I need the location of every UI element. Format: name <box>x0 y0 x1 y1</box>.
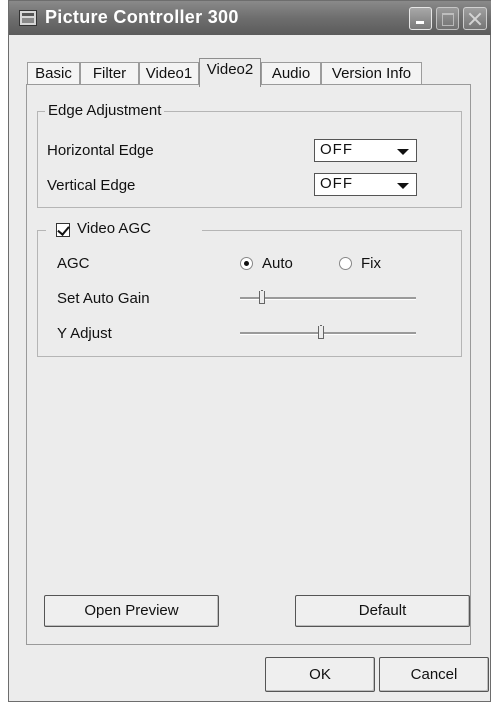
horizontal-edge-select[interactable]: OFF <box>314 139 417 162</box>
tab-panel-video2: Edge Adjustment Horizontal Edge OFF Vert… <box>26 84 471 645</box>
edge-adjustment-title: Edge Adjustment <box>45 102 165 119</box>
default-button[interactable]: Default <box>295 595 470 627</box>
tab-version-info[interactable]: Version Info <box>321 62 422 86</box>
open-preview-button[interactable]: Open Preview <box>44 595 219 627</box>
tab-filter[interactable]: Filter <box>80 62 139 86</box>
cancel-button[interactable]: Cancel <box>379 657 489 692</box>
app-icon <box>19 10 37 26</box>
agc-auto-radio[interactable] <box>240 257 253 270</box>
vertical-edge-value: OFF <box>320 175 353 192</box>
window-title: Picture Controller 300 <box>45 7 239 27</box>
tab-audio[interactable]: Audio <box>261 62 321 86</box>
tab-video2[interactable]: Video2 <box>199 58 261 87</box>
horizontal-edge-value: OFF <box>320 141 353 158</box>
ok-button[interactable]: OK <box>265 657 375 692</box>
title-bar[interactable]: Picture Controller 300 <box>9 1 491 35</box>
set-auto-gain-slider[interactable] <box>240 290 416 306</box>
set-auto-gain-label: Set Auto Gain <box>57 290 150 307</box>
close-button[interactable] <box>463 7 487 30</box>
agc-fix-radio[interactable] <box>339 257 352 270</box>
vertical-edge-label: Vertical Edge <box>47 177 136 194</box>
slider-track <box>240 332 416 335</box>
slider-track <box>240 297 416 300</box>
maximize-button[interactable] <box>436 7 459 30</box>
slider-thumb[interactable] <box>318 325 324 339</box>
y-adjust-label: Y Adjust <box>57 325 112 342</box>
agc-label: AGC <box>57 255 90 272</box>
agc-auto-label: Auto <box>262 255 293 272</box>
agc-fix-label: Fix <box>361 255 381 272</box>
horizontal-edge-label: Horizontal Edge <box>47 142 154 159</box>
slider-thumb[interactable] <box>259 290 265 304</box>
vertical-edge-select[interactable]: OFF <box>314 173 417 196</box>
minimize-button[interactable] <box>409 7 432 30</box>
video-agc-checkbox[interactable] <box>56 223 70 237</box>
chevron-down-icon <box>397 183 409 189</box>
chevron-down-icon <box>397 149 409 155</box>
y-adjust-slider[interactable] <box>240 325 416 341</box>
video-agc-label: Video AGC <box>77 220 151 237</box>
tab-video1[interactable]: Video1 <box>139 62 199 86</box>
tab-basic[interactable]: Basic <box>27 62 80 86</box>
